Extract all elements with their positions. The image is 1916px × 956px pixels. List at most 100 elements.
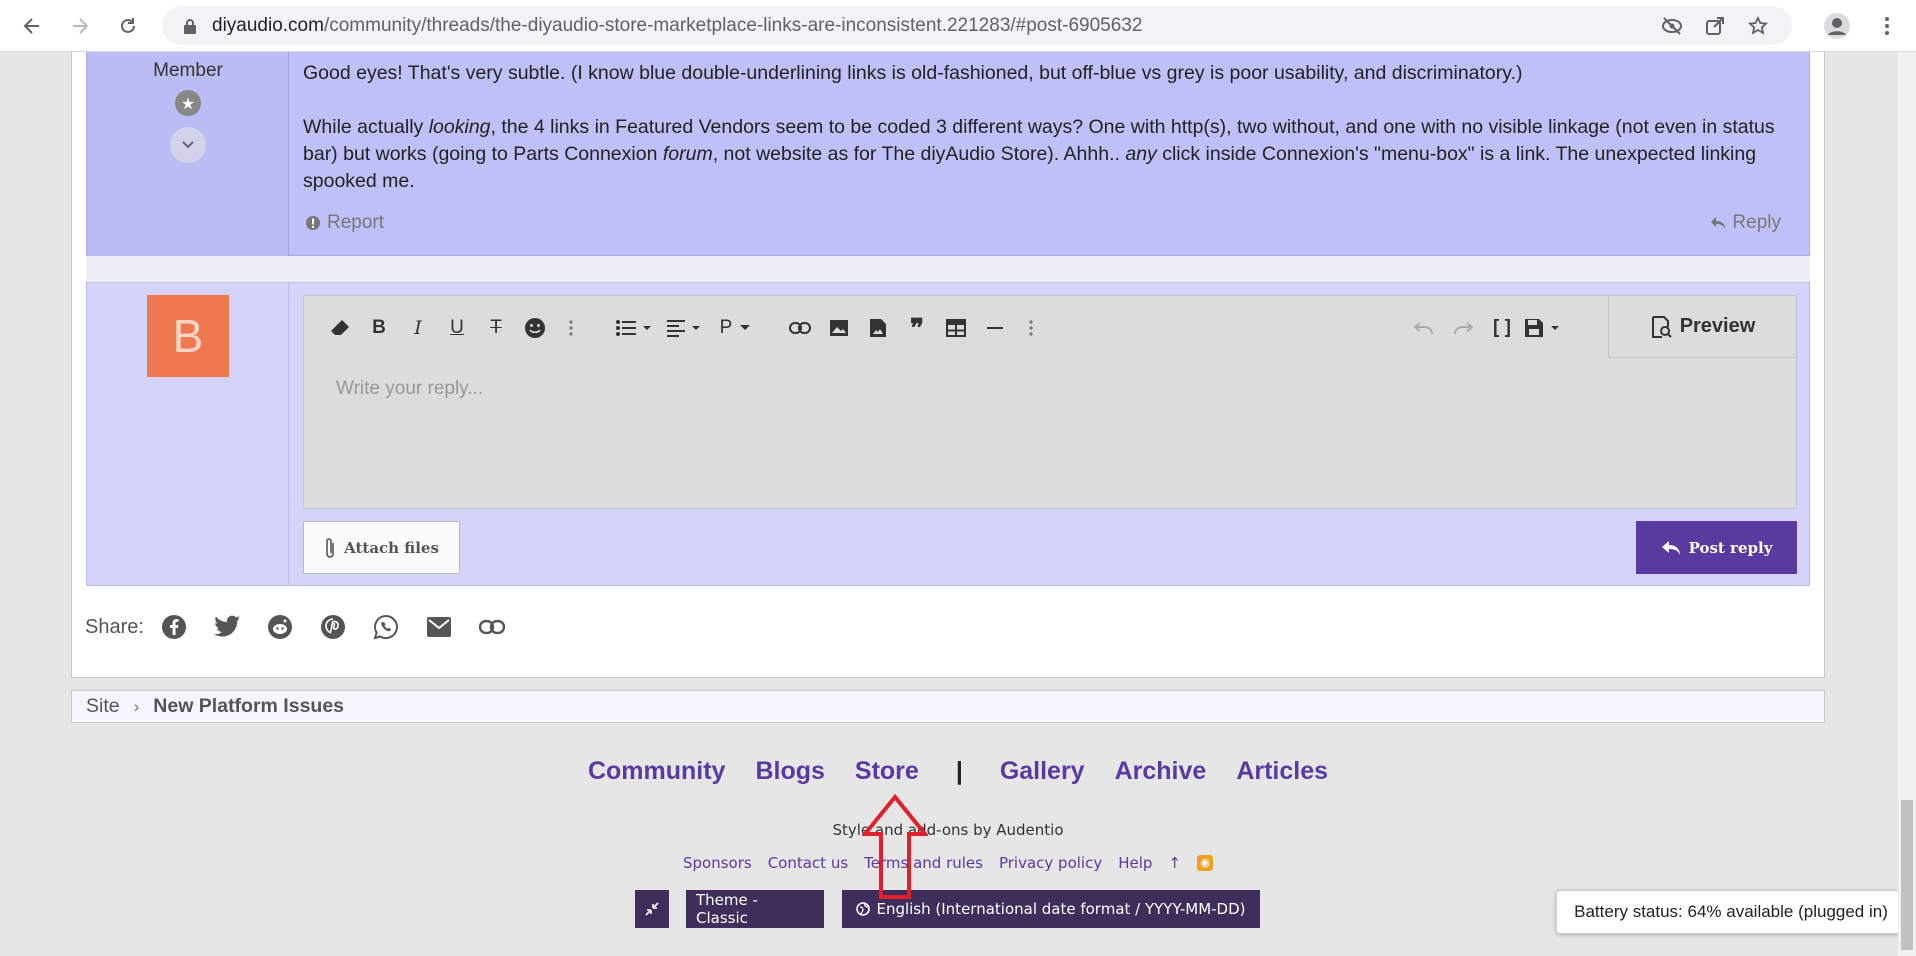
horizontal-line-icon[interactable] bbox=[981, 314, 1009, 342]
paragraph-label: P bbox=[719, 317, 733, 338]
compress-icon bbox=[645, 902, 659, 916]
scrollbar-thumb[interactable] bbox=[1901, 800, 1913, 950]
facebook-icon[interactable] bbox=[160, 613, 188, 641]
undo-icon[interactable] bbox=[1410, 314, 1438, 342]
collapse-width-button[interactable] bbox=[635, 890, 669, 928]
chevron-down-icon[interactable] bbox=[170, 127, 206, 163]
post-reply-label: Post reply bbox=[1688, 538, 1773, 557]
alert-icon bbox=[306, 216, 320, 230]
url-text: diyaudio.com/community/threads/the-diyau… bbox=[212, 15, 1142, 37]
footer-links: Sponsors Contact us Terms and rules Priv… bbox=[0, 854, 1896, 872]
breadcrumb: Site › New Platform Issues bbox=[71, 690, 1825, 723]
browser-toolbar: diyaudio.com/community/threads/the-diyau… bbox=[0, 0, 1916, 52]
footer-link-contact[interactable]: Contact us bbox=[768, 854, 848, 872]
address-bar[interactable]: diyaudio.com/community/threads/the-diyau… bbox=[162, 6, 1792, 45]
star-badge-icon: ★ bbox=[175, 90, 201, 116]
italic-icon[interactable]: I bbox=[404, 314, 432, 342]
footer-nav-blogs[interactable]: Blogs bbox=[755, 757, 824, 786]
post-reply-button[interactable]: Post reply bbox=[1636, 521, 1797, 574]
caret-down-icon bbox=[740, 325, 751, 330]
annotation-arrow-icon bbox=[862, 794, 928, 899]
forum-post: Member ★ Good eyes! That's very subtle. … bbox=[86, 52, 1810, 256]
reply-placeholder: Write your reply... bbox=[336, 378, 484, 399]
breadcrumb-current[interactable]: New Platform Issues bbox=[153, 695, 344, 718]
preview-button[interactable]: Preview bbox=[1608, 296, 1798, 358]
back-icon[interactable] bbox=[18, 12, 46, 40]
reply-label: Reply bbox=[1732, 212, 1781, 233]
footer-link-help[interactable]: Help bbox=[1118, 854, 1152, 872]
attach-files-label: Attach files bbox=[344, 538, 439, 557]
report-link[interactable]: Report bbox=[305, 212, 384, 234]
battery-status-notification: Battery status: 64% available (plugged i… bbox=[1556, 890, 1906, 934]
reply-link[interactable]: Reply bbox=[1710, 212, 1781, 234]
link-icon[interactable] bbox=[478, 613, 506, 641]
rss-icon[interactable]: ◉ bbox=[1197, 855, 1213, 871]
breadcrumb-root[interactable]: Site bbox=[86, 695, 120, 718]
whatsapp-icon[interactable] bbox=[372, 613, 400, 641]
link-icon[interactable] bbox=[786, 314, 814, 342]
email-icon[interactable] bbox=[425, 613, 453, 641]
eraser-icon[interactable] bbox=[326, 314, 354, 342]
emphasis: any bbox=[1125, 143, 1157, 165]
quote-icon[interactable]: ❞ bbox=[903, 313, 931, 343]
text-segment: While actually bbox=[303, 116, 429, 138]
strikethrough-icon[interactable]: T bbox=[482, 314, 510, 342]
theme-chooser-button[interactable]: Theme - Classic bbox=[686, 890, 824, 928]
share-page-icon[interactable] bbox=[1703, 14, 1727, 38]
page-scrollbar[interactable] bbox=[1898, 52, 1916, 956]
paperclip-icon bbox=[326, 537, 334, 558]
style-credit: Style and add-ons by Audentio bbox=[832, 821, 1064, 839]
bookmark-star-icon[interactable] bbox=[1746, 14, 1770, 38]
image-icon[interactable] bbox=[825, 314, 853, 342]
list-dropdown-icon[interactable] bbox=[614, 314, 658, 342]
lock-icon[interactable] bbox=[178, 14, 202, 38]
emoji-icon[interactable] bbox=[521, 314, 549, 342]
post-user-column: Member ★ bbox=[87, 52, 289, 256]
bold-icon[interactable]: B bbox=[365, 314, 393, 342]
post-body: Good eyes! That's very subtle. (I know b… bbox=[303, 60, 1793, 195]
bbcode-toggle-icon[interactable]: [ ] bbox=[1488, 314, 1516, 342]
underline-icon[interactable]: U bbox=[443, 314, 471, 342]
attach-files-button[interactable]: Attach files bbox=[303, 521, 460, 574]
paragraph-dropdown[interactable]: P bbox=[714, 314, 758, 342]
reddit-icon[interactable] bbox=[266, 613, 294, 641]
theme-label: Theme - Classic bbox=[696, 891, 758, 927]
post-paragraph: While actually looking, the 4 links in F… bbox=[303, 114, 1793, 195]
post-separator bbox=[86, 256, 1810, 282]
quick-reply: B B I U T P ❞ [] Preview Write your rep… bbox=[86, 282, 1810, 586]
menu-dots-icon[interactable] bbox=[1873, 12, 1901, 40]
footer-link-privacy[interactable]: Privacy policy bbox=[999, 854, 1102, 872]
emphasis: forum bbox=[662, 143, 713, 165]
avatar[interactable]: B bbox=[147, 295, 229, 377]
reply-arrow-icon bbox=[1711, 217, 1726, 229]
text-segment: , not website as for The diyAudio Store)… bbox=[712, 143, 1126, 165]
footer-nav-gallery[interactable]: Gallery bbox=[1000, 757, 1085, 786]
footer-nav-store[interactable]: Store bbox=[855, 757, 919, 786]
profile-icon[interactable] bbox=[1823, 12, 1851, 40]
forward-icon[interactable] bbox=[66, 12, 94, 40]
language-label: English (International date format / YYY… bbox=[876, 900, 1246, 918]
arrow-up-icon[interactable]: ↑ bbox=[1168, 854, 1181, 872]
redo-icon[interactable] bbox=[1449, 314, 1477, 342]
reply-user-column: B bbox=[87, 283, 289, 585]
media-file-icon[interactable] bbox=[864, 314, 892, 342]
twitter-icon[interactable] bbox=[213, 613, 241, 641]
table-icon[interactable] bbox=[942, 314, 970, 342]
tracking-off-icon[interactable] bbox=[1660, 14, 1684, 38]
share-bar: Share: bbox=[85, 612, 531, 642]
more-options-icon[interactable] bbox=[557, 314, 585, 342]
more-options-icon[interactable] bbox=[1017, 314, 1045, 342]
reply-arrow-icon bbox=[1661, 540, 1680, 555]
user-role: Member bbox=[153, 60, 223, 81]
footer-nav-articles[interactable]: Articles bbox=[1236, 757, 1328, 786]
save-draft-dropdown-icon[interactable] bbox=[1522, 314, 1566, 342]
reply-editor[interactable]: B I U T P ❞ [] Preview Write your reply… bbox=[303, 295, 1798, 509]
reload-icon[interactable] bbox=[114, 12, 142, 40]
pinterest-icon[interactable] bbox=[319, 613, 347, 641]
footer-nav-separator: | bbox=[955, 757, 963, 785]
preview-label: Preview bbox=[1679, 315, 1756, 337]
footer-nav-community[interactable]: Community bbox=[588, 757, 726, 786]
align-dropdown-icon[interactable] bbox=[664, 314, 708, 342]
footer-nav-archive[interactable]: Archive bbox=[1115, 757, 1207, 786]
footer-link-sponsors[interactable]: Sponsors bbox=[683, 854, 752, 872]
